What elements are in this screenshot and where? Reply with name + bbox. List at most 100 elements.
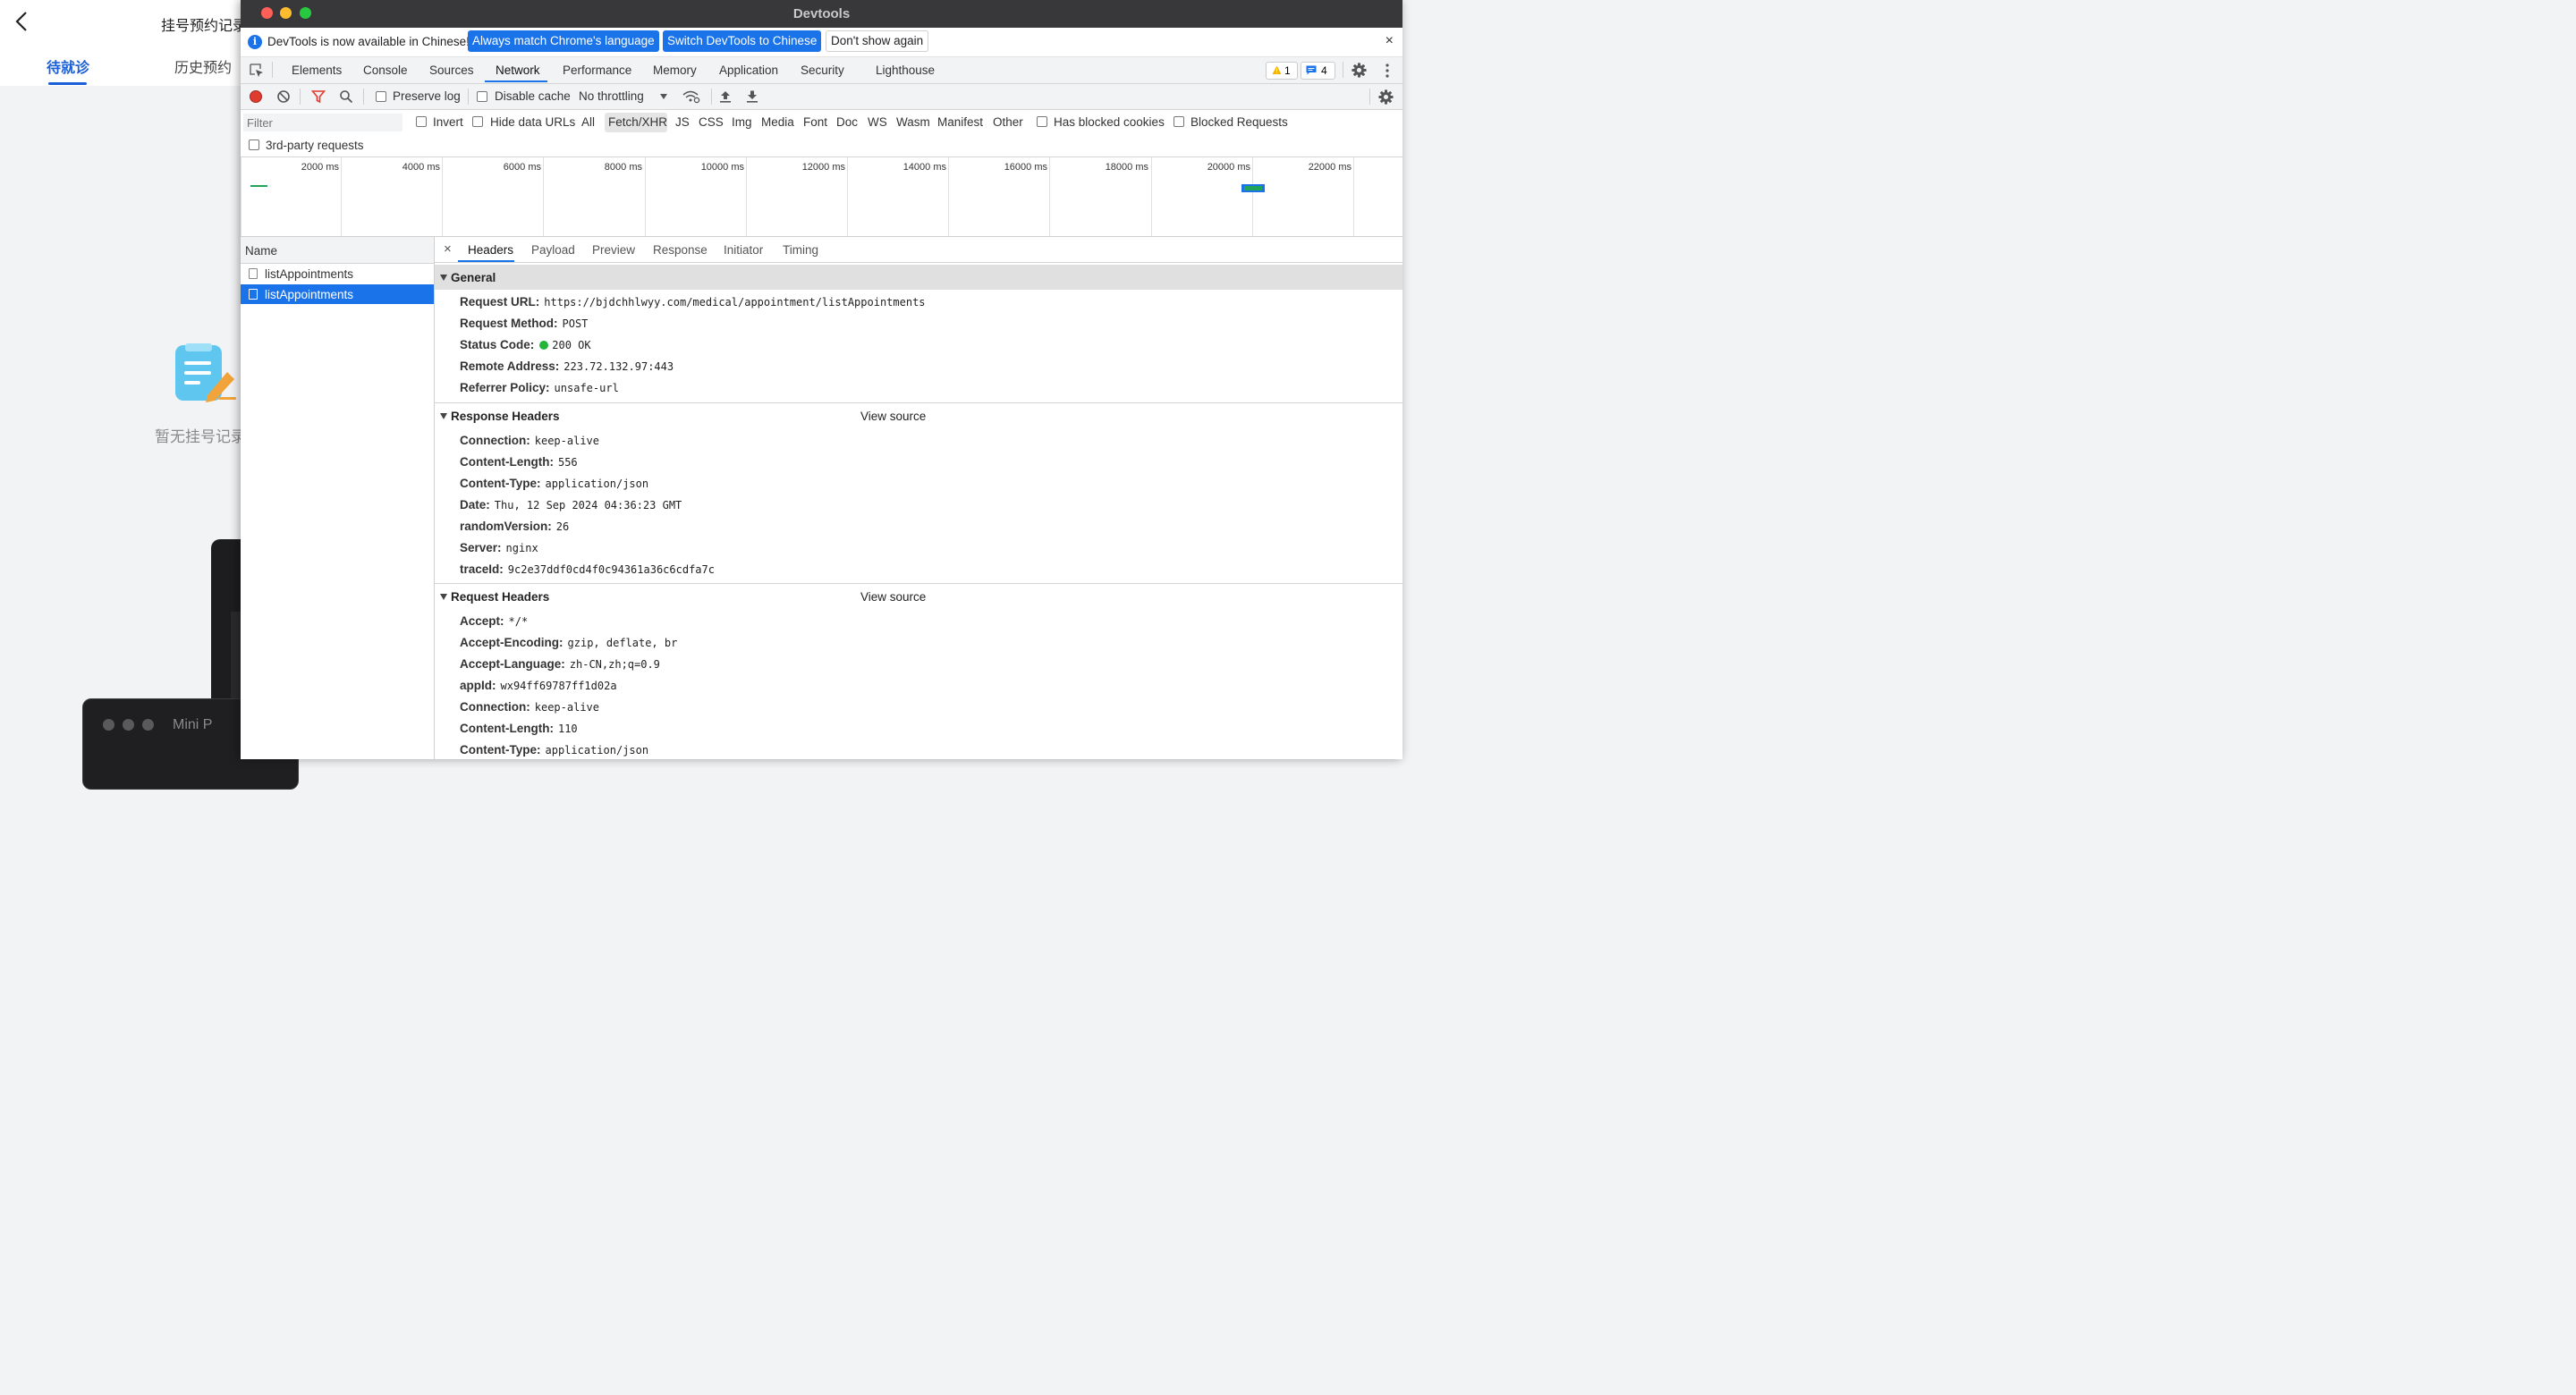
filter-icon[interactable]: [311, 89, 326, 104]
general-section-header[interactable]: General: [435, 265, 1402, 290]
chevron-down-icon[interactable]: [660, 94, 667, 99]
header-key: Connection:: [460, 434, 530, 447]
filter-type-ws[interactable]: WS: [868, 115, 887, 129]
request-name: listAppointments: [265, 267, 354, 281]
tab-lighthouse[interactable]: Lighthouse: [876, 63, 935, 77]
invert-checkbox[interactable]: [416, 116, 427, 127]
timeline-tick-label: 14000 ms: [902, 162, 946, 173]
header-row: Server: nginx: [460, 540, 538, 556]
timeline-tick-label: 18000 ms: [1105, 162, 1148, 173]
header-key: Server:: [460, 541, 502, 554]
timeline-tick-label: 10000 ms: [700, 162, 744, 173]
download-icon[interactable]: [745, 89, 759, 104]
divider: [1369, 89, 1370, 105]
settings-gear-icon[interactable]: [1352, 63, 1367, 78]
header-row: Request Method: POST: [460, 316, 588, 332]
tab-initiator[interactable]: Initiator: [724, 243, 763, 257]
filter-type-media[interactable]: Media: [761, 115, 794, 129]
search-icon[interactable]: [339, 89, 353, 104]
header-value: 110: [557, 723, 578, 735]
filter-type-css[interactable]: CSS: [699, 115, 724, 129]
header-row: Referrer Policy: unsafe-url: [460, 380, 619, 396]
record-button[interactable]: [250, 90, 262, 103]
filter-type-all[interactable]: All: [581, 115, 595, 129]
tab-console[interactable]: Console: [363, 63, 408, 77]
tab-elements[interactable]: Elements: [292, 63, 342, 77]
close-icon[interactable]: ×: [1385, 33, 1394, 49]
header-row: Accept-Encoding: gzip, deflate, br: [460, 635, 677, 651]
tab-payload[interactable]: Payload: [531, 243, 575, 257]
tab-preview[interactable]: Preview: [592, 243, 635, 257]
inspect-element-icon[interactable]: [250, 63, 264, 78]
section-title: Response Headers: [451, 410, 560, 423]
tab-history[interactable]: 历史预约: [174, 55, 232, 77]
warning-icon: [1272, 65, 1282, 74]
always-match-language-button[interactable]: Always match Chrome's language: [468, 30, 659, 52]
invert-label: Invert: [433, 115, 463, 129]
timeline-tick-label: 6000 ms: [503, 162, 541, 173]
warnings-badge[interactable]: 1: [1266, 62, 1298, 80]
divider: [711, 89, 712, 105]
close-icon[interactable]: ×: [444, 241, 452, 257]
timeline-gridline: [1252, 157, 1253, 236]
tab-security[interactable]: Security: [801, 63, 844, 77]
timeline-tick-label: 2000 ms: [301, 162, 339, 173]
messages-badge[interactable]: 4: [1301, 62, 1335, 80]
switch-to-chinese-button[interactable]: Switch DevTools to Chinese: [663, 30, 822, 52]
warnings-count: 1: [1284, 64, 1291, 77]
network-settings-gear-icon[interactable]: [1378, 89, 1394, 105]
blocked-requests-checkbox[interactable]: [1174, 116, 1184, 127]
tab-application[interactable]: Application: [719, 63, 778, 77]
network-overview-timeline[interactable]: 2000 ms 4000 ms 6000 ms 8000 ms 10000 ms…: [241, 157, 1402, 237]
filter-type-other[interactable]: Other: [993, 115, 1023, 129]
view-source-link[interactable]: View source: [860, 410, 926, 423]
tab-memory[interactable]: Memory: [653, 63, 697, 77]
timeline-gridline: [847, 157, 848, 236]
network-toolbar: Preserve log Disable cache No throttling: [241, 84, 1402, 110]
filter-type-wasm[interactable]: Wasm: [896, 115, 930, 129]
timeline-gridline: [746, 157, 747, 236]
tab-performance[interactable]: Performance: [563, 63, 631, 77]
preserve-log-checkbox[interactable]: [376, 91, 386, 102]
header-value: gzip, deflate, br: [567, 637, 678, 649]
header-key: Content-Length:: [460, 722, 554, 735]
more-options-icon[interactable]: [1385, 63, 1390, 79]
filter-type-doc[interactable]: Doc: [836, 115, 858, 129]
tab-waiting[interactable]: 待就诊: [47, 55, 89, 77]
network-conditions-icon[interactable]: [682, 89, 700, 104]
request-row[interactable]: listAppointments: [241, 264, 434, 283]
upload-icon[interactable]: [718, 89, 733, 104]
back-arrow-icon[interactable]: [13, 9, 32, 34]
request-row-selected[interactable]: listAppointments: [241, 284, 434, 304]
has-blocked-cookies-checkbox[interactable]: [1037, 116, 1047, 127]
tab-sources[interactable]: Sources: [429, 63, 474, 77]
tab-response[interactable]: Response: [653, 243, 708, 257]
divider: [468, 89, 469, 105]
disable-cache-checkbox[interactable]: [477, 91, 487, 102]
request-name: listAppointments: [265, 288, 354, 301]
infobar-message: DevTools is now available in Chinese!: [267, 35, 470, 48]
request-headers-section-header[interactable]: Request Headers View source: [435, 584, 1402, 609]
view-source-link[interactable]: View source: [860, 590, 926, 604]
header-value: 9c2e37ddf0cd4f0c94361a36c6cdfa7c: [507, 563, 715, 576]
filter-type-fetch-xhr[interactable]: Fetch/XHR: [608, 115, 667, 129]
name-column-header[interactable]: Name: [241, 237, 434, 264]
filter-input[interactable]: [243, 114, 402, 131]
clear-icon[interactable]: [276, 89, 291, 104]
tab-headers[interactable]: Headers: [468, 243, 513, 257]
filter-type-font[interactable]: Font: [803, 115, 827, 129]
response-headers-section-header[interactable]: Response Headers View source: [435, 403, 1402, 428]
tab-timing[interactable]: Timing: [783, 243, 818, 257]
hide-data-urls-checkbox[interactable]: [472, 116, 483, 127]
throttling-select[interactable]: No throttling: [579, 89, 644, 103]
tab-network[interactable]: Network: [496, 63, 540, 77]
header-row: traceId: 9c2e37ddf0cd4f0c94361a36c6cdfa7c: [460, 562, 715, 578]
filter-type-manifest[interactable]: Manifest: [937, 115, 983, 129]
filter-type-img[interactable]: Img: [732, 115, 752, 129]
filter-type-js[interactable]: JS: [675, 115, 690, 129]
header-row: Content-Length: 556: [460, 454, 578, 470]
messages-count: 4: [1321, 64, 1327, 77]
third-party-requests-checkbox[interactable]: [249, 140, 259, 150]
dont-show-again-button[interactable]: Don't show again: [826, 30, 929, 52]
header-row: Content-Type: application/json: [460, 742, 648, 758]
